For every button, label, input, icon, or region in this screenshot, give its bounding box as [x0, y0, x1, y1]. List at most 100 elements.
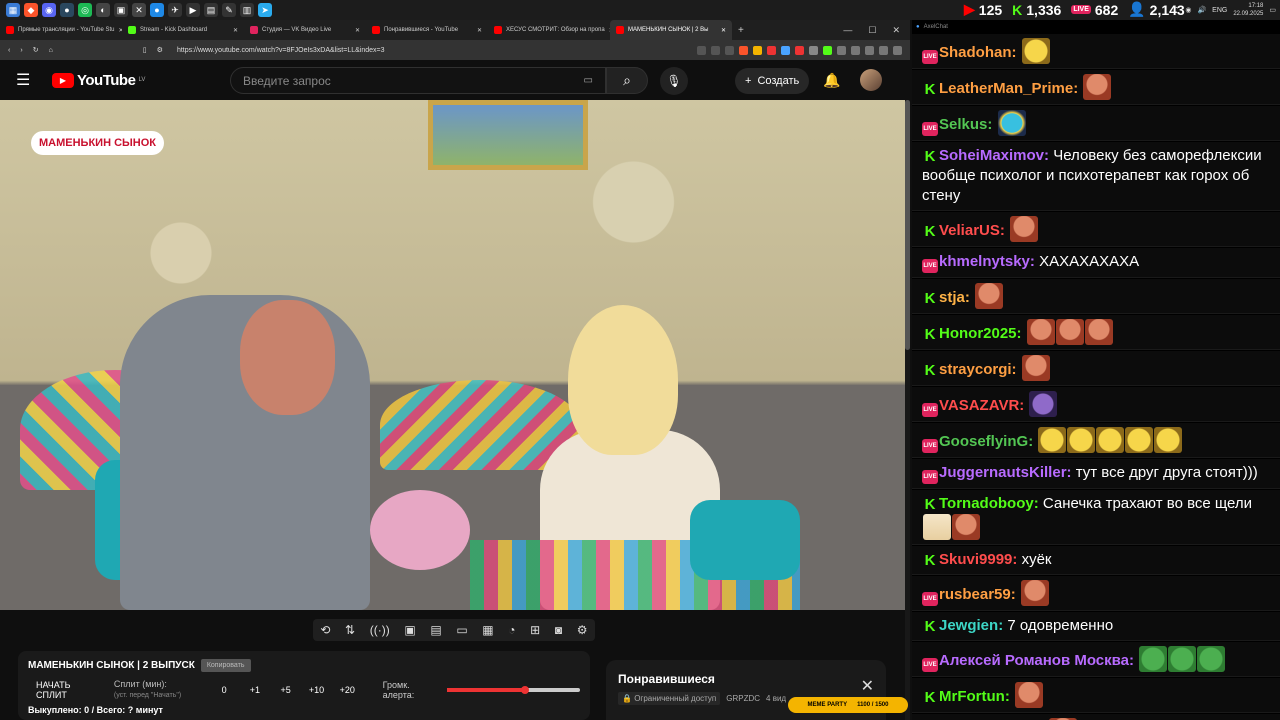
page-scrollbar[interactable]: [905, 100, 910, 720]
chat-username[interactable]: VASAZAVR: [939, 397, 1019, 414]
video-player[interactable]: МАМЕНЬКИН СЫНОК: [0, 100, 905, 610]
screen-icon[interactable]: ▭: [456, 623, 467, 637]
menu-icon[interactable]: [893, 45, 902, 55]
chat-username[interactable]: straycorgi: [939, 361, 1012, 378]
home-icon[interactable]: ⌂: [49, 47, 53, 54]
extension-icon[interactable]: [823, 45, 832, 55]
app-icon[interactable]: ✕: [132, 3, 146, 17]
playlist-channel[interactable]: GRPZDC: [726, 694, 760, 703]
discord-icon[interactable]: ◉: [42, 3, 56, 17]
search-input[interactable]: Введите запрос ▭: [230, 67, 606, 94]
tab-close-icon[interactable]: ✕: [233, 27, 238, 34]
extension-icon[interactable]: [697, 45, 706, 55]
chat-username[interactable]: Shadohan: [939, 44, 1012, 61]
cinema-icon[interactable]: ▦: [482, 623, 493, 637]
settings-gear-icon[interactable]: ⚙: [577, 623, 588, 637]
extension-icon[interactable]: [781, 45, 790, 55]
pip-icon[interactable]: ▣: [404, 623, 415, 637]
brave-shield-icon[interactable]: [739, 45, 748, 55]
tab-close-icon[interactable]: ✕: [477, 27, 482, 34]
youtube-logo[interactable]: ▶ YouTube LV: [52, 72, 145, 89]
browser-tab[interactable]: Студия — VK Видео Live ✕: [244, 20, 366, 40]
playlist-title[interactable]: Понравившиеся: [618, 672, 874, 686]
search-button[interactable]: ⌕: [606, 67, 648, 94]
extension-icon[interactable]: [809, 45, 818, 55]
split-minutes-value[interactable]: 0: [215, 685, 234, 695]
app-icon[interactable]: ✎: [222, 3, 236, 17]
alert-volume-knob[interactable]: [520, 686, 529, 694]
voice-search-button[interactable]: 🎙: [660, 67, 688, 95]
volume-icon[interactable]: 🔊: [1197, 6, 1206, 14]
notifications-icon[interactable]: ▭: [1269, 6, 1276, 14]
extension-icon[interactable]: [753, 45, 762, 55]
tab-close-icon[interactable]: ✕: [355, 27, 360, 34]
extension-icon[interactable]: [795, 45, 804, 55]
account-avatar[interactable]: [860, 69, 882, 91]
chat-username[interactable]: LeatherMan_Prime: [939, 80, 1073, 97]
chat-username[interactable]: SoheiMaximov: [939, 147, 1044, 164]
notifications-bell-icon[interactable]: 🔔: [823, 72, 840, 89]
alert-volume-slider[interactable]: [446, 686, 580, 694]
close-window-button[interactable]: ✕: [892, 25, 900, 36]
reload-icon[interactable]: ↻: [33, 46, 39, 54]
browser-tab[interactable]: Прямые трансляции - YouTube Stu ✕: [0, 20, 122, 40]
minimize-button[interactable]: —: [843, 25, 852, 36]
extension-icon[interactable]: [711, 45, 720, 55]
obs-icon[interactable]: ◐: [96, 3, 110, 17]
start-icon[interactable]: ▦: [6, 3, 20, 17]
sort-icon[interactable]: ⇅: [345, 623, 355, 637]
new-tab-button[interactable]: +: [732, 25, 750, 36]
maximize-button[interactable]: ☐: [868, 25, 876, 36]
bookmark-icon[interactable]: ▯: [143, 46, 147, 54]
wallet-icon[interactable]: [879, 45, 888, 55]
network-icon[interactable]: ◉: [1185, 6, 1191, 14]
extension-icon[interactable]: [767, 45, 776, 55]
chat-username[interactable]: Алексей Романов Москва: [939, 652, 1129, 669]
chat-username[interactable]: MrFortun: [939, 688, 1005, 705]
chat-username[interactable]: rusbear59: [939, 586, 1011, 603]
site-info-icon[interactable]: ⚙: [157, 46, 163, 54]
spotify-icon[interactable]: ◎: [78, 3, 92, 17]
extensions-puzzle-icon[interactable]: [837, 45, 846, 55]
url-field[interactable]: https://www.youtube.com/watch?v=8FJOeIs3…: [173, 47, 687, 54]
steam-icon[interactable]: ●: [60, 3, 74, 17]
chat-username[interactable]: Jewgien: [939, 617, 998, 634]
app-icon[interactable]: ▤: [204, 3, 218, 17]
browser-tab[interactable]: МАМЕНЬКИН СЫНОК | 2 Вы ✕: [610, 20, 732, 40]
telegram-icon[interactable]: ➤: [258, 3, 272, 17]
app-icon[interactable]: ✈: [168, 3, 182, 17]
app-icon[interactable]: ▶: [186, 3, 200, 17]
camera-icon[interactable]: ◙: [555, 623, 562, 637]
clock[interactable]: 17:18 22.09.2025: [1233, 2, 1263, 18]
back-icon[interactable]: ‹: [8, 47, 10, 54]
copy-button[interactable]: Копировать: [200, 659, 251, 672]
hamburger-menu-icon[interactable]: ☰: [16, 70, 38, 90]
app-icon[interactable]: ▥: [240, 3, 254, 17]
chevron-up-icon[interactable]: ⌃: [1173, 6, 1179, 14]
chat-username[interactable]: stja: [939, 289, 965, 306]
share-icon[interactable]: [725, 45, 734, 55]
sidebar-icon[interactable]: [851, 45, 860, 55]
increment-5-button[interactable]: +5: [276, 685, 295, 695]
start-split-button[interactable]: НАЧАТЬ СПЛИТ: [28, 680, 102, 700]
chat-username[interactable]: JuggernautsKiller: [939, 464, 1067, 481]
app-icon[interactable]: ▣: [114, 3, 128, 17]
increment-20-button[interactable]: +20: [338, 685, 357, 695]
chat-username[interactable]: VeliarUS: [939, 222, 1000, 239]
app-icon[interactable]: ●: [150, 3, 164, 17]
browser-tab[interactable]: Stream - Kick Dashboard ✕: [122, 20, 244, 40]
brave-icon[interactable]: ◆: [24, 3, 38, 17]
chat-username[interactable]: Honor2025: [939, 325, 1017, 342]
add-screen-icon[interactable]: ⊞: [530, 623, 540, 637]
film-icon[interactable]: ▤: [430, 623, 441, 637]
increment-10-button[interactable]: +10: [307, 685, 326, 695]
music-icon[interactable]: [865, 45, 874, 55]
chat-username[interactable]: Selkus: [939, 116, 987, 133]
chat-username[interactable]: Skuvi9999: [939, 551, 1012, 568]
browser-tab[interactable]: Понравившиеся - YouTube ✕: [366, 20, 488, 40]
close-icon[interactable]: ✕: [861, 676, 874, 696]
chat-username[interactable]: khmelnytsky: [939, 253, 1030, 270]
create-button[interactable]: + Создать: [735, 68, 810, 94]
increment-1-button[interactable]: +1: [246, 685, 265, 695]
chat-username[interactable]: GooseflyinG: [939, 433, 1028, 450]
